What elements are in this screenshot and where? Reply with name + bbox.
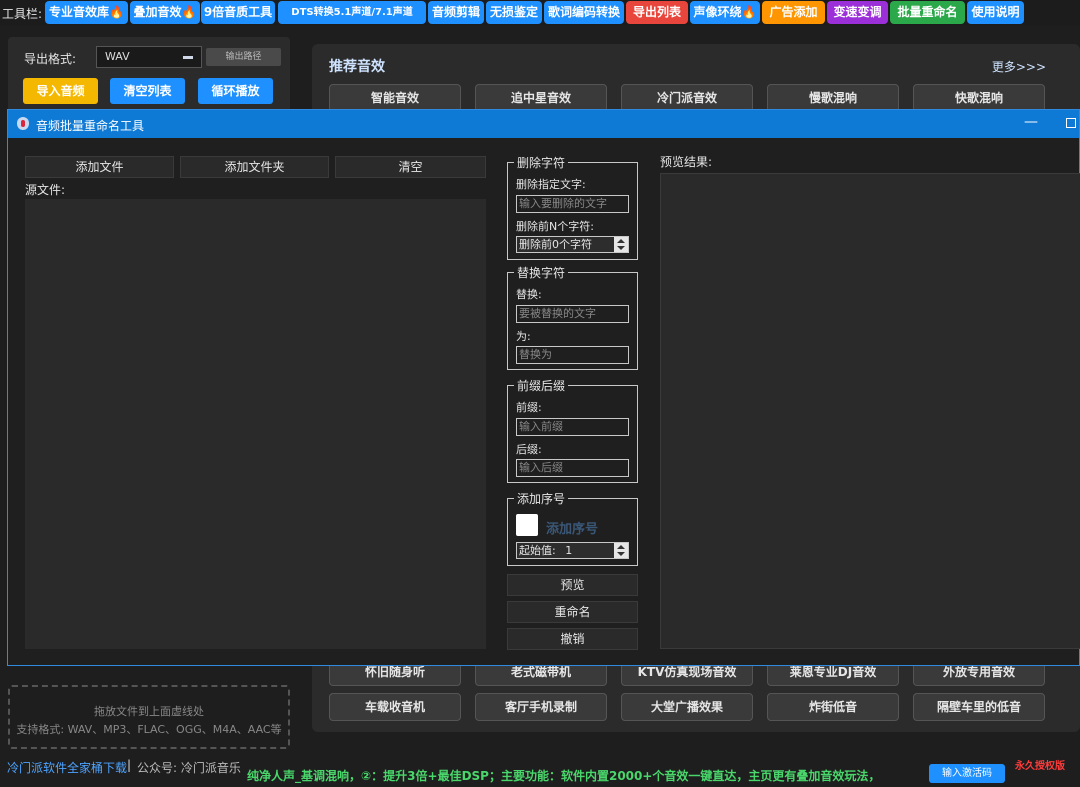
replace-with-input[interactable]: 替换为 <box>516 346 629 364</box>
effect-button[interactable]: 隔壁车里的低音 <box>913 693 1045 721</box>
suffix-input[interactable]: 输入后缀 <box>516 459 629 477</box>
export-format-label: 导出格式: <box>24 52 77 66</box>
start-value-spinbox[interactable]: 起始值: 1 <box>516 542 629 559</box>
prefix-input[interactable]: 输入前缀 <box>516 418 629 436</box>
dialog-title: 音频批量重命名工具 <box>36 119 145 133</box>
toolbar-button-batch-rename[interactable]: 批量重命名 <box>890 1 965 24</box>
delete-first-n-value: 删除前0个字符 <box>519 238 592 251</box>
replace-chars-legend: 替换字符 <box>514 264 569 281</box>
replace-with-label: 为: <box>516 330 531 343</box>
clear-files-button[interactable]: 清空 <box>335 156 486 178</box>
app-icon <box>17 117 29 130</box>
toolbar-button-9x-quality[interactable]: 9倍音质工具 <box>201 1 275 24</box>
effect-button[interactable]: 客厅手机录制 <box>475 693 607 721</box>
toolbar-button-audio-edit[interactable]: 音频剪辑 <box>428 1 484 24</box>
file-drop-zone[interactable]: 拖放文件到上面虚线处 支持格式: WAV、MP3、FLAC、OGG、M4A、AA… <box>8 685 290 749</box>
add-sequence-checkbox[interactable] <box>516 514 538 536</box>
export-format-value: WAV <box>105 50 130 63</box>
toolbar-button-instructions[interactable]: 使用说明 <box>967 1 1024 24</box>
add-sequence-legend: 添加序号 <box>514 490 569 507</box>
import-audio-button[interactable]: 导入音频 <box>23 78 98 104</box>
replace-label: 替换: <box>516 288 542 301</box>
export-format-select[interactable]: WAV <box>96 46 202 68</box>
export-panel: 导出格式: WAV 输出路径 导入音频 清空列表 循环播放 <box>8 37 290 112</box>
effect-button[interactable]: 智能音效 <box>329 84 461 112</box>
start-value-label: 起始值: <box>519 544 556 557</box>
drop-hint: 拖放文件到上面虚线处 <box>94 705 204 718</box>
source-file-list[interactable] <box>25 199 486 649</box>
software-download-link[interactable]: 冷门派软件全家桶下载 <box>7 759 127 776</box>
batch-rename-dialog: 音频批量重命名工具 — 添加文件 添加文件夹 清空 源文件: 删除字符 删除指定… <box>7 109 1080 666</box>
source-files-label: 源文件: <box>25 183 66 197</box>
license-status: 永久授权版 <box>1015 761 1065 772</box>
top-toolbar: 工具栏: 专业音效库🔥 叠加音效🔥 9倍音质工具 DTS转换5.1声道/7.1声… <box>0 0 1080 26</box>
add-folder-button[interactable]: 添加文件夹 <box>180 156 329 178</box>
add-sequence-checkbox-label: 添加序号 <box>546 522 599 537</box>
loop-play-button[interactable]: 循环播放 <box>198 78 273 104</box>
suffix-label: 后缀: <box>516 443 542 456</box>
delete-first-n-label: 删除前N个字符: <box>516 220 594 233</box>
toolbar-button-lyric-encoding[interactable]: 歌词编码转换 <box>544 1 624 24</box>
minimize-icon[interactable]: — <box>1020 115 1042 133</box>
effect-button[interactable]: 车载收音机 <box>329 693 461 721</box>
spin-arrows-icon[interactable] <box>614 237 628 252</box>
recommended-title: 推荐音效 <box>329 59 385 75</box>
toolbar-button-overlay-effects[interactable]: 叠加音效🔥 <box>130 1 200 24</box>
prefix-suffix-legend: 前缀后缀 <box>514 377 569 394</box>
preview-result-label: 预览结果: <box>660 155 713 169</box>
preview-result-list[interactable] <box>660 173 1080 649</box>
more-link[interactable]: 更多>>> <box>992 58 1046 75</box>
toolbar-button-lossless-check[interactable]: 无损鉴定 <box>486 1 542 24</box>
replace-chars-group: 替换字符 替换: 要被替换的文字 为: 替换为 <box>507 264 638 370</box>
scrolling-notice: 纯净人声_基调混响，②：提升3倍+最佳DSP；主要功能：软件内置2000+个音效… <box>247 769 881 783</box>
delete-chars-legend: 删除字符 <box>514 154 569 171</box>
toolbar-button-pro-sound-library[interactable]: 专业音效库🔥 <box>45 1 128 24</box>
add-file-button[interactable]: 添加文件 <box>25 156 174 178</box>
prefix-suffix-group: 前缀后缀 前缀: 输入前缀 后缀: 输入后缀 <box>507 377 638 483</box>
toolbar-label: 工具栏: <box>2 7 43 21</box>
start-value: 1 <box>565 544 573 557</box>
spin-arrows-icon[interactable] <box>614 543 628 558</box>
supported-formats: 支持格式: WAV、MP3、FLAC、OGG、M4A、AAC等 <box>16 723 282 736</box>
delete-first-n-spinbox[interactable]: 删除前0个字符 <box>516 236 629 253</box>
undo-button[interactable]: 撤销 <box>507 628 638 650</box>
prefix-label: 前缀: <box>516 401 542 414</box>
footer-separator: | <box>127 758 132 772</box>
effect-button[interactable]: 慢歌混响 <box>767 84 899 112</box>
replace-input[interactable]: 要被替换的文字 <box>516 305 629 323</box>
activation-code-button[interactable]: 输入激活码 <box>929 764 1005 783</box>
clear-list-button[interactable]: 清空列表 <box>110 78 185 104</box>
toolbar-button-surround[interactable]: 声像环绕🔥 <box>690 1 760 24</box>
delete-specified-label: 删除指定文字: <box>516 178 586 191</box>
rename-button[interactable]: 重命名 <box>507 601 638 623</box>
effect-button[interactable]: 炸街低音 <box>767 693 899 721</box>
toolbar-button-dts-convert[interactable]: DTS转换5.1声道/7.1声道 <box>278 1 426 24</box>
preview-button[interactable]: 预览 <box>507 574 638 596</box>
toolbar-button-speed-pitch[interactable]: 变速变调 <box>827 1 888 24</box>
toolbar-button-ad-add[interactable]: 广告添加 <box>762 1 825 24</box>
delete-specified-input[interactable]: 输入要删除的文字 <box>516 195 629 213</box>
toolbar-button-export-list[interactable]: 导出列表 <box>626 1 688 24</box>
effect-button[interactable]: 追中星音效 <box>475 84 607 112</box>
delete-chars-group: 删除字符 删除指定文字: 输入要删除的文字 删除前N个字符: 删除前0个字符 <box>507 154 638 260</box>
footer-bar: 冷门派软件全家桶下载 | 公众号: 冷门派音乐 纯净人声_基调混响，②：提升3倍… <box>0 757 1080 787</box>
effect-button[interactable]: 快歌混响 <box>913 84 1045 112</box>
dialog-titlebar[interactable]: 音频批量重命名工具 — <box>8 110 1079 138</box>
dropdown-icon <box>183 56 193 59</box>
export-path-button[interactable]: 输出路径 <box>206 48 281 66</box>
public-account-text: 公众号: 冷门派音乐 <box>137 761 241 775</box>
maximize-icon[interactable] <box>1066 118 1076 128</box>
add-sequence-group: 添加序号 添加序号 起始值: 1 <box>507 490 638 566</box>
effect-button[interactable]: 大堂广播效果 <box>621 693 753 721</box>
effect-button[interactable]: 冷门派音效 <box>621 84 753 112</box>
